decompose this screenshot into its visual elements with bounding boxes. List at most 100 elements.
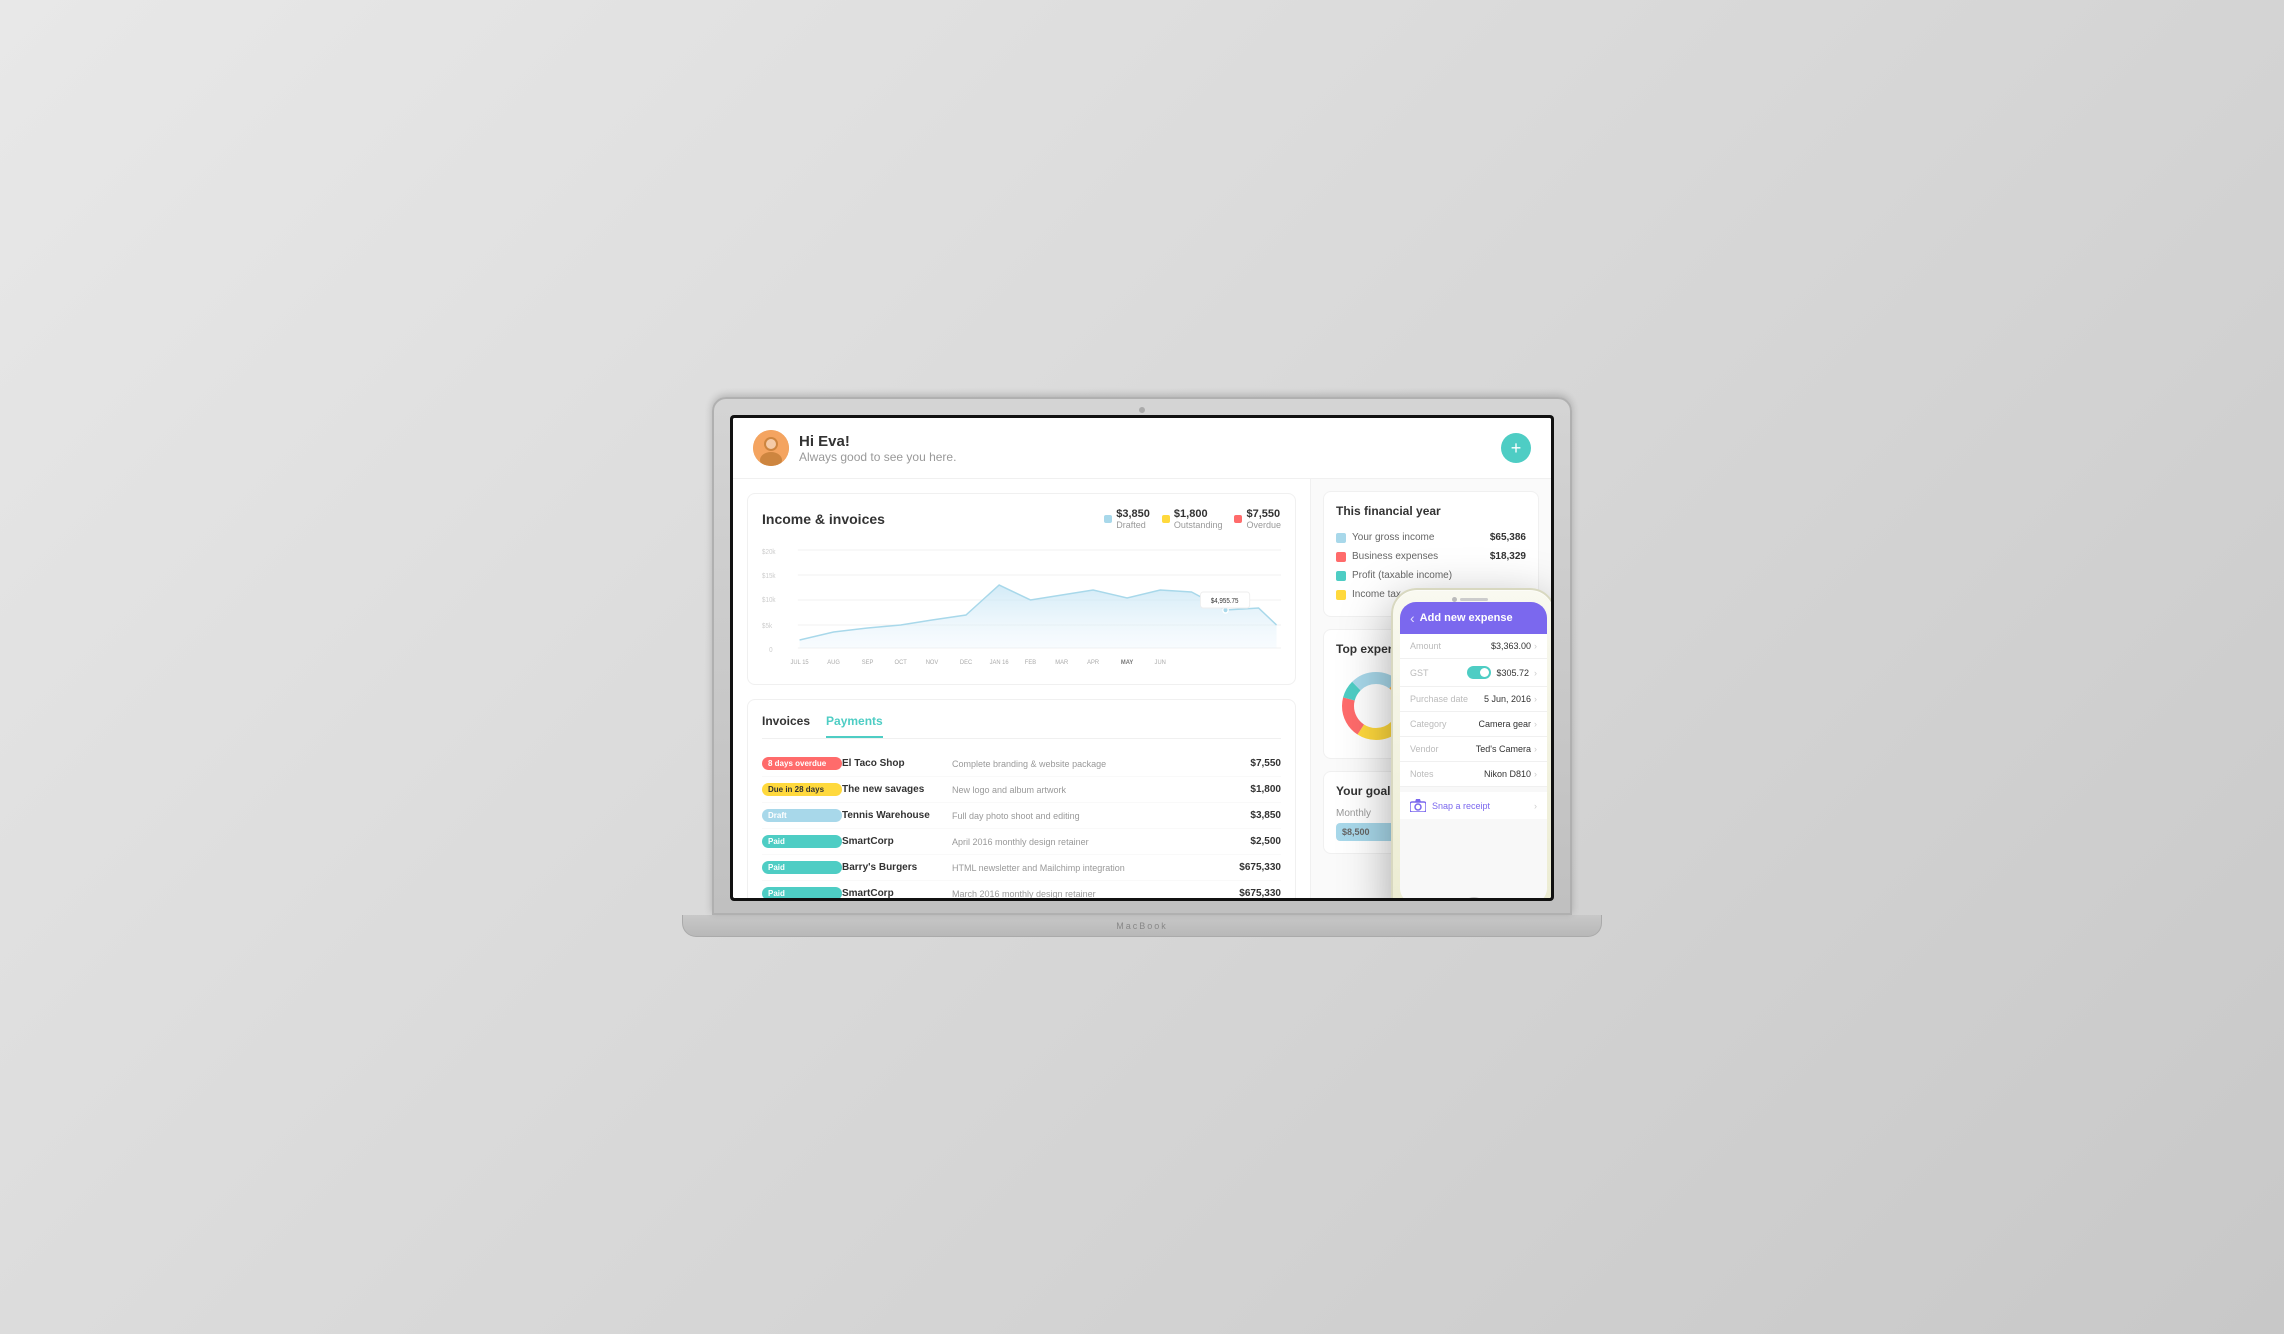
list-item: Your gross income $65,386 [1336, 528, 1526, 547]
table-row: Draft Tennis Warehouse Full day photo sh… [762, 803, 1281, 829]
business-expenses-label: Business expenses [1352, 551, 1438, 562]
phone-camera [1452, 597, 1457, 602]
chart-legend: $3,850 Drafted $1,800 [1104, 508, 1281, 530]
snap-receipt-label: Snap a receipt [1432, 801, 1490, 811]
app-header: Hi Eva! Always good to see you here. + [733, 418, 1551, 479]
category-value: Camera gear [1478, 719, 1531, 729]
macbook-brand: MacBook [1116, 921, 1168, 931]
financial-year-title: This financial year [1336, 504, 1526, 518]
invoice-client: Barry's Burgers [842, 862, 952, 873]
svg-text:SEP: SEP [862, 659, 874, 666]
date-chevron: › [1534, 694, 1537, 704]
tab-invoices[interactable]: Invoices [762, 714, 810, 738]
vendor-label: Vendor [1410, 744, 1439, 754]
invoice-desc: Full day photo shoot and editing [952, 811, 1211, 821]
back-button[interactable]: ‹ [1410, 610, 1415, 626]
legend-outstanding-value: $1,800 [1174, 508, 1223, 520]
vendor-value: Ted's Camera [1476, 744, 1531, 754]
subtitle: Always good to see you here. [799, 450, 956, 464]
legend-drafted-value: $3,850 [1116, 508, 1150, 520]
invoices-list: 8 days overdue El Taco Shop Complete bra… [762, 751, 1281, 898]
list-item: Profit (taxable income) [1336, 566, 1526, 585]
tab-bar: Invoices Payments [762, 714, 1281, 739]
amount-chevron: › [1534, 641, 1537, 651]
table-row: Paid SmartCorp March 2016 monthly design… [762, 881, 1281, 898]
snap-chevron: › [1534, 801, 1537, 811]
invoice-amount: $675,330 [1211, 888, 1281, 898]
invoice-amount: $2,500 [1211, 836, 1281, 847]
gst-toggle[interactable] [1467, 666, 1491, 679]
invoice-amount: $7,550 [1211, 758, 1281, 769]
svg-text:MAY: MAY [1121, 659, 1133, 666]
svg-text:$4,955.75: $4,955.75 [1211, 598, 1239, 605]
invoice-desc: March 2016 monthly design retainer [952, 889, 1211, 899]
status-badge: 8 days overdue [762, 757, 842, 770]
svg-text:FEB: FEB [1025, 659, 1036, 666]
svg-text:APR: APR [1087, 659, 1099, 666]
invoice-desc: Complete branding & website package [952, 759, 1211, 769]
notes-value: Nikon D810 [1484, 769, 1531, 779]
invoice-client: SmartCorp [842, 888, 952, 898]
phone-title: Add new expense [1420, 612, 1513, 624]
business-expenses-value: $18,329 [1490, 551, 1526, 562]
avatar [753, 430, 789, 466]
vendor-chevron: › [1534, 744, 1537, 754]
notes-label: Notes [1410, 769, 1434, 779]
invoice-desc: April 2016 monthly design retainer [952, 837, 1211, 847]
svg-text:$5k: $5k [762, 623, 773, 630]
legend-outstanding-label: Outstanding [1174, 520, 1223, 530]
svg-text:0: 0 [769, 647, 773, 654]
phone-form: Amount $3,363.00 › GST [1400, 634, 1547, 898]
invoice-desc: New logo and album artwork [952, 785, 1211, 795]
table-row: 8 days overdue El Taco Shop Complete bra… [762, 751, 1281, 777]
amount-value: $3,363.00 [1491, 641, 1531, 651]
add-button[interactable]: + [1501, 433, 1531, 463]
invoice-client: SmartCorp [842, 836, 952, 847]
gst-value: $305.72 [1496, 668, 1529, 678]
phone-snap-row[interactable]: Snap a receipt › [1400, 792, 1547, 819]
profit-label: Profit (taxable income) [1352, 570, 1452, 581]
svg-text:JUL 15: JUL 15 [790, 659, 809, 666]
invoice-amount: $3,850 [1211, 810, 1281, 821]
phone-notes-row[interactable]: Notes Nikon D810 › [1400, 762, 1547, 787]
tab-payments[interactable]: Payments [826, 714, 883, 738]
status-badge: Draft [762, 809, 842, 822]
phone-screen: ‹ Add new expense Amount $3,36 [1400, 602, 1547, 898]
notes-chevron: › [1534, 769, 1537, 779]
table-row: Due in 28 days The new savages New logo … [762, 777, 1281, 803]
date-value: 5 Jun, 2016 [1484, 694, 1531, 704]
phone-vendor-row[interactable]: Vendor Ted's Camera › [1400, 737, 1547, 762]
svg-text:DEC: DEC [960, 659, 973, 666]
status-badge: Due in 28 days [762, 783, 842, 796]
invoice-desc: HTML newsletter and Mailchimp integratio… [952, 863, 1211, 873]
macbook-base: MacBook [682, 915, 1602, 937]
app-screen: Hi Eva! Always good to see you here. + [733, 418, 1551, 898]
chart-title: Income & invoices [762, 511, 885, 527]
gst-chevron: › [1534, 668, 1537, 678]
legend-overdue-value: $7,550 [1246, 508, 1281, 520]
phone-amount-row[interactable]: Amount $3,363.00 › [1400, 634, 1547, 659]
svg-text:JAN 16: JAN 16 [990, 659, 1010, 666]
status-badge: Paid [762, 835, 842, 848]
phone-gst-row[interactable]: GST $305.72 › [1400, 659, 1547, 687]
camera-icon [1410, 799, 1426, 812]
mobile-phone: ‹ Add new expense Amount $3,36 [1391, 588, 1551, 898]
greeting: Hi Eva! [799, 433, 956, 450]
svg-text:NOV: NOV [926, 659, 939, 666]
svg-text:AUG: AUG [827, 659, 840, 666]
phone-date-row[interactable]: Purchase date 5 Jun, 2016 › [1400, 687, 1547, 712]
income-chart: $20k $15k $10k $5k 0 [762, 540, 1281, 670]
invoice-amount: $675,330 [1211, 862, 1281, 873]
phone-category-row[interactable]: Category Camera gear › [1400, 712, 1547, 737]
legend-overdue-label: Overdue [1246, 520, 1281, 530]
gross-income-value: $65,386 [1490, 532, 1526, 543]
gross-income-label: Your gross income [1352, 532, 1434, 543]
svg-text:JUN: JUN [1155, 659, 1166, 666]
table-row: Paid SmartCorp April 2016 monthly design… [762, 829, 1281, 855]
amount-label: Amount [1410, 641, 1441, 651]
category-label: Category [1410, 719, 1447, 729]
phone-speaker [1460, 598, 1488, 601]
svg-text:OCT: OCT [895, 659, 907, 666]
gst-label: GST [1410, 668, 1429, 678]
svg-text:MAR: MAR [1055, 659, 1068, 666]
